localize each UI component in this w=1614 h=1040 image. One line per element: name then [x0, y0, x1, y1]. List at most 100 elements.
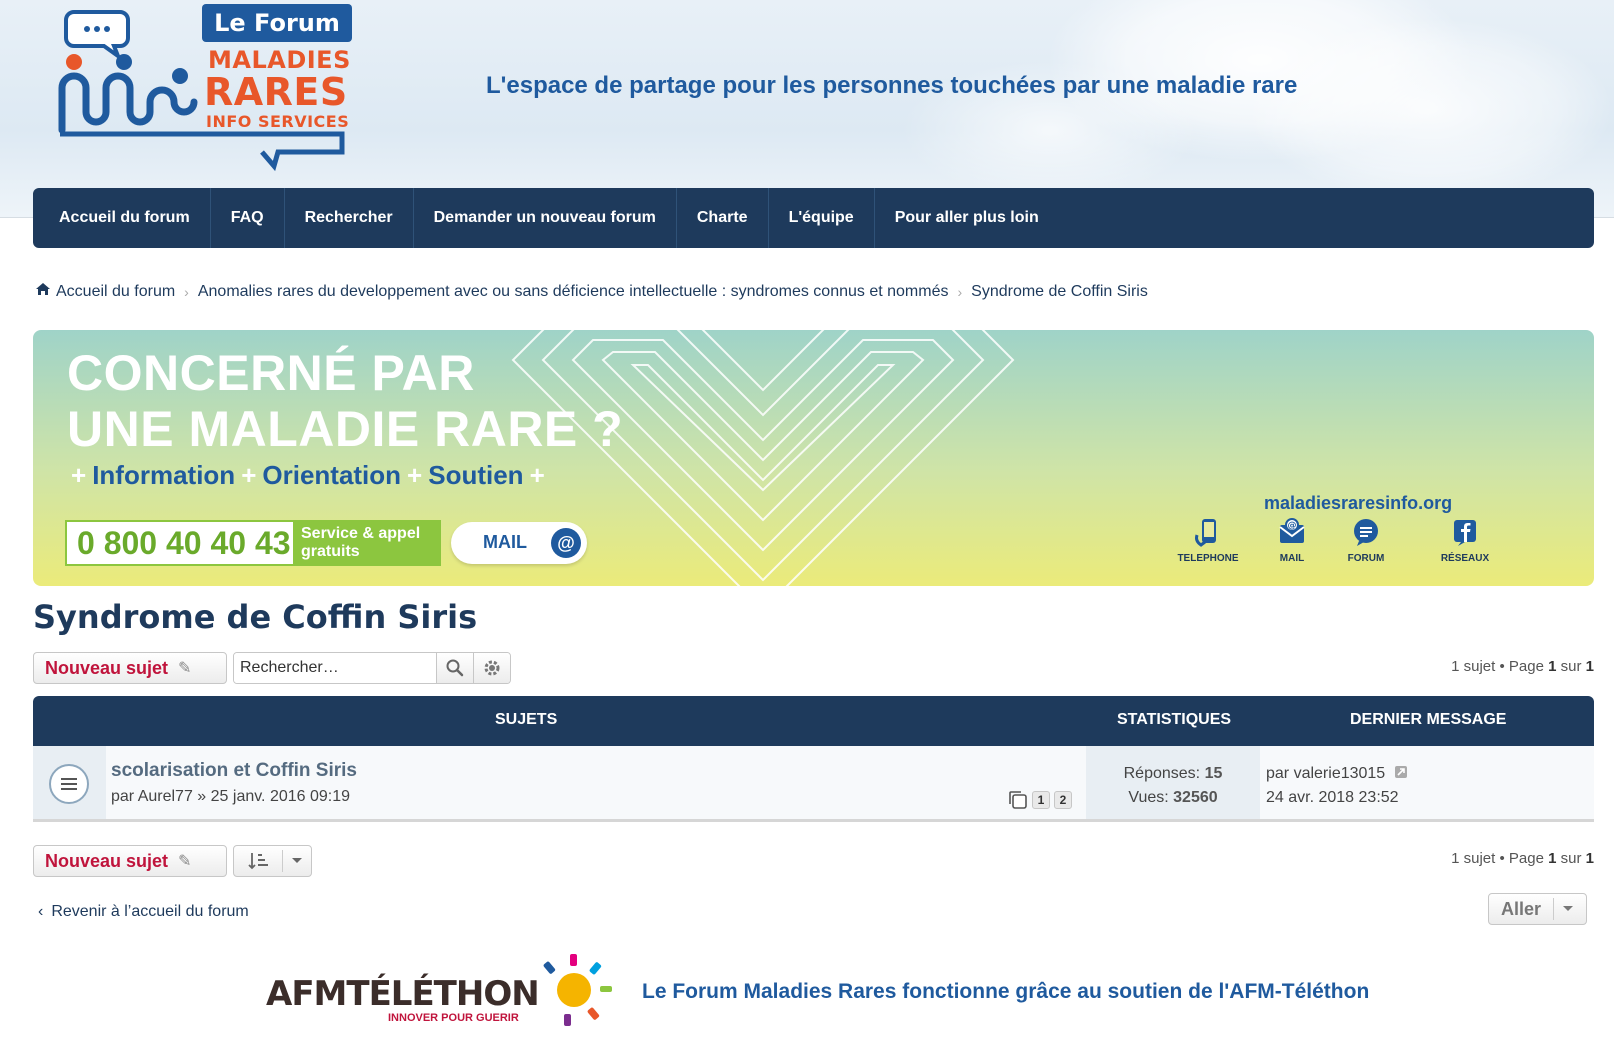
- mail-button[interactable]: MAIL @: [451, 522, 587, 564]
- new-topic-button[interactable]: Nouveau sujet ✎: [33, 652, 227, 684]
- phone-tag-line2: gratuits: [301, 543, 360, 560]
- banner-contact-forum[interactable]: FORUM: [1321, 517, 1411, 564]
- nav-item-request-forum[interactable]: Demander un nouveau forum: [414, 188, 677, 248]
- logo-line2: RARES: [204, 70, 348, 114]
- site-header: Le Forum MALADIES RARES INFO SERVICES L'…: [0, 0, 1614, 218]
- goto-last-post-icon[interactable]: [1394, 765, 1408, 779]
- chevron-left-icon: ‹: [38, 903, 44, 920]
- jump-to-label: Aller: [1501, 898, 1542, 919]
- topic-meta: par Aurel77 » 25 janv. 2016 09:19: [111, 788, 350, 806]
- jump-to-button[interactable]: Aller: [1488, 893, 1587, 925]
- plus-icon: +: [407, 460, 423, 490]
- afm-logo-name: AFMTÉLÉTHON: [266, 974, 540, 1014]
- nav-item-charter[interactable]: Charte: [677, 188, 769, 248]
- site-logo[interactable]: Le Forum MALADIES RARES INFO SERVICES: [56, 2, 356, 174]
- breadcrumb-home[interactable]: Accueil du forum: [56, 283, 175, 301]
- pagination-info-bottom: 1 sujet • Page 1 sur 1: [1451, 850, 1594, 867]
- breadcrumb-current[interactable]: Syndrome de Coffin Siris: [971, 283, 1148, 301]
- banner-title-line2: UNE MALADIE RARE ?: [67, 401, 624, 457]
- last-post-author-line: par valerie13015: [1266, 762, 1408, 786]
- afm-telethon-logo[interactable]: AFMTÉLÉTHON INNOVER POUR GUERIR: [266, 950, 616, 1030]
- plus-icon: +: [71, 460, 87, 490]
- of-word: sur: [1560, 850, 1582, 867]
- column-header-last-post: DERNIER MESSAGE: [1350, 711, 1507, 728]
- banner-service-information: Information: [92, 460, 236, 490]
- new-topic-button-bottom[interactable]: Nouveau sujet ✎: [33, 845, 227, 877]
- advanced-search-button[interactable]: [473, 653, 510, 683]
- topic-count: 1 sujet: [1451, 658, 1496, 675]
- banner-contact-social[interactable]: RÉSEAUX: [1420, 517, 1510, 564]
- plus-icon: +: [529, 460, 545, 490]
- forum-search-box: [233, 652, 511, 684]
- banner-title-line1: CONCERNÉ PAR: [67, 345, 475, 401]
- replies-stat: Réponses: 15: [1086, 762, 1260, 786]
- total-pages: 1: [1585, 658, 1594, 675]
- replies-label: Réponses:: [1123, 765, 1201, 782]
- back-link-label: Revenir à l’accueil du forum: [51, 903, 249, 920]
- pages-icon: [1009, 791, 1027, 809]
- table-row[interactable]: scolarisation et Coffin Siris par Aurel7…: [33, 746, 1594, 822]
- site-tagline: L'espace de partage pour les personnes t…: [486, 72, 1298, 99]
- chevron-down-icon: [292, 858, 302, 863]
- views-label: Vues:: [1128, 789, 1169, 806]
- last-post-author-link[interactable]: valerie13015: [1294, 765, 1386, 782]
- current-page: 1: [1548, 658, 1557, 675]
- site-url[interactable]: maladiesraresinfo.org: [1264, 493, 1452, 514]
- topic-page-link[interactable]: 1: [1032, 791, 1050, 809]
- nav-item-team[interactable]: L'équipe: [769, 188, 875, 248]
- column-header-topics: SUJETS: [495, 711, 558, 728]
- pencil-icon: ✎: [178, 853, 192, 870]
- banner-service-support: Soutien: [428, 460, 524, 490]
- breadcrumb: Accueil du forum › Anomalies rares du de…: [35, 282, 1148, 301]
- plus-icon: +: [241, 460, 257, 490]
- chevron-right-icon: ›: [957, 283, 963, 300]
- page-word: Page: [1508, 658, 1544, 675]
- page-title[interactable]: Syndrome de Coffin Siris: [33, 598, 477, 636]
- pagination-info-top: 1 sujet • Page 1 sur 1: [1451, 658, 1594, 675]
- home-icon[interactable]: [35, 282, 51, 301]
- of-word: sur: [1560, 658, 1582, 675]
- last-post-date: 24 avr. 2018 23:52: [1266, 789, 1399, 806]
- phone-number: 0 800 40 40 43: [77, 525, 291, 561]
- breadcrumb-category[interactable]: Anomalies rares du developpement avec ou…: [198, 283, 949, 301]
- logo-box: Le Forum: [202, 4, 352, 42]
- search-button[interactable]: [436, 653, 473, 683]
- mail-icon: @: [1279, 518, 1305, 543]
- afm-logo-tagline: INNOVER POUR GUERIR: [388, 1012, 519, 1024]
- banner-icon-label: FORUM: [1347, 553, 1385, 564]
- topic-page-link[interactable]: 2: [1054, 791, 1072, 809]
- search-input[interactable]: [234, 653, 436, 683]
- footer-support-text: Le Forum Maladies Rares fonctionne grâce…: [642, 980, 1370, 1003]
- page-word: Page: [1508, 850, 1544, 867]
- nav-item-home[interactable]: Accueil du forum: [33, 188, 211, 248]
- back-to-index-link[interactable]: ‹ Revenir à l’accueil du forum: [38, 903, 249, 921]
- topic-date: » 25 janv. 2016 09:19: [197, 788, 351, 805]
- facebook-icon: [1454, 520, 1476, 546]
- promo-banner[interactable]: CONCERNÉ PAR UNE MALADIE RARE ? + Inform…: [33, 330, 1594, 586]
- banner-contact-phone[interactable]: TELEPHONE: [1163, 517, 1253, 564]
- sort-options-button[interactable]: [233, 845, 312, 877]
- topic-author-link[interactable]: Aurel77: [138, 788, 193, 805]
- column-header-stats: STATISTIQUES: [1117, 711, 1232, 728]
- topic-by-word: par: [111, 788, 135, 805]
- current-page: 1: [1548, 850, 1557, 867]
- svg-text:@: @: [1288, 521, 1297, 531]
- topic-mini-pagination: 1 2: [1008, 790, 1072, 810]
- chevron-right-icon: ›: [184, 283, 189, 300]
- phone-number-box[interactable]: 0 800 40 40 43 Service & appel gratuits: [65, 520, 441, 566]
- phone-tag-line1: Service & appel: [301, 525, 421, 542]
- chevron-down-icon: [1563, 906, 1574, 911]
- sun-icon: [543, 954, 612, 1026]
- last-post-cell: par valerie13015 24 avr. 2018 23:52: [1266, 762, 1408, 810]
- logo-line3: INFO SERVICES: [206, 112, 350, 131]
- nav-item-search[interactable]: Rechercher: [285, 188, 414, 248]
- search-icon: [446, 659, 464, 677]
- cloud-decoration: [1250, 20, 1610, 200]
- phone-icon: [1195, 519, 1216, 547]
- nav-item-more[interactable]: Pour aller plus loin: [875, 188, 1059, 248]
- nav-item-faq[interactable]: FAQ: [211, 188, 285, 248]
- topic-title-link[interactable]: scolarisation et Coffin Siris: [111, 760, 357, 782]
- mail-button-label: MAIL: [483, 532, 527, 552]
- banner-icon-label: TELEPHONE: [1177, 553, 1239, 564]
- bullet-separator: •: [1499, 658, 1505, 675]
